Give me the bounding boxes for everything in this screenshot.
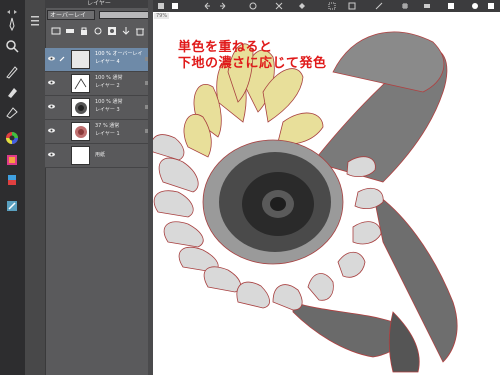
layer-thumbnail [71, 122, 90, 141]
tool-strip [0, 0, 26, 375]
blend-mode-select[interactable]: オーバーレイ [47, 10, 95, 20]
color-history-icon[interactable] [4, 172, 20, 188]
layer-mode: 100 % 通常 [95, 99, 123, 105]
color-wheel-icon[interactable] [4, 130, 20, 146]
visibility-eye-icon[interactable] [48, 128, 55, 133]
layer-mode: 100 % オーバーレイ [95, 51, 143, 57]
visibility-eye-icon[interactable] [48, 80, 55, 85]
redo-icon[interactable] [219, 2, 227, 10]
caption-line-2: 下地の濃さに応じて発色 [178, 56, 327, 71]
navigator-icon[interactable] [4, 198, 20, 214]
layer-name: レイヤー 2 [95, 83, 120, 89]
clear-icon[interactable] [275, 2, 283, 10]
layer-row-4[interactable]: 100 % オーバーレイ レイヤー 4 [45, 48, 153, 72]
layer-panel-title: レイヤー [45, 0, 153, 8]
deselect-icon[interactable] [348, 2, 356, 10]
undo-icon[interactable] [203, 2, 211, 10]
new-file-icon[interactable] [171, 2, 179, 10]
panel-side-strip [25, 0, 46, 375]
layer-thumbnail [71, 146, 90, 165]
edit-pen-icon [59, 56, 65, 62]
lock-icon[interactable] [79, 26, 89, 36]
layer-thumbnail [71, 74, 90, 93]
visibility-eye-icon[interactable] [48, 104, 55, 109]
layer-row-1[interactable]: 37 % 通常 レイヤー 1 [45, 120, 153, 144]
layer-thumbnail [71, 50, 90, 69]
new-layer-icon[interactable] [51, 26, 61, 36]
clip-icon[interactable] [65, 26, 75, 36]
pen-tool-icon[interactable] [4, 16, 20, 32]
layer-menu-icon[interactable] [25, 10, 45, 40]
layer-mode: 100 % 通常 [95, 75, 123, 81]
help-icon[interactable] [471, 2, 479, 10]
mask-icon[interactable] [107, 26, 117, 36]
layer-name: レイヤー 1 [95, 131, 120, 137]
visibility-eye-icon[interactable] [48, 152, 55, 157]
flip-icon[interactable] [423, 2, 431, 10]
layout-icon[interactable] [447, 2, 455, 10]
reference-icon[interactable] [93, 26, 103, 36]
ruler-icon[interactable] [375, 2, 383, 10]
layer-row-2[interactable]: 100 % 通常 レイヤー 2 [45, 72, 153, 96]
grid-icon[interactable] [401, 2, 409, 10]
layer-name: レイヤー 4 [95, 59, 120, 65]
layer-row-3[interactable]: 100 % 通常 レイヤー 3 [45, 96, 153, 120]
eraser-tool-icon[interactable] [4, 84, 20, 100]
transform-icon[interactable] [249, 2, 257, 10]
fill-tool-icon[interactable] [4, 104, 20, 120]
blend-row: オーバーレイ [47, 10, 151, 21]
layer-thumbnail [71, 98, 90, 117]
delete-layer-icon[interactable] [135, 26, 145, 36]
color-set-icon[interactable] [4, 152, 20, 168]
merge-icon[interactable] [121, 26, 131, 36]
zoom-tool-icon[interactable] [4, 38, 20, 54]
settings-icon[interactable] [487, 2, 495, 10]
brush-tool-icon[interactable] [4, 64, 20, 80]
selection-icon[interactable] [328, 2, 336, 10]
layer-tools-row [47, 24, 151, 44]
layer-name: レイヤー 3 [95, 107, 120, 113]
layer-name: 用紙 [95, 152, 106, 158]
zoom-indicator: 79% [154, 13, 170, 19]
visibility-eye-icon[interactable] [48, 56, 55, 61]
layer-mode: 37 % 通常 [95, 123, 120, 129]
layer-list: 100 % オーバーレイ レイヤー 4 100 % 通常 レイヤー 2 100 … [45, 48, 153, 168]
layer-row-paper[interactable]: 用紙 [45, 144, 153, 168]
fill-bucket-icon[interactable] [298, 2, 306, 10]
menu-icon[interactable] [157, 2, 165, 10]
opacity-slider[interactable] [99, 11, 151, 19]
